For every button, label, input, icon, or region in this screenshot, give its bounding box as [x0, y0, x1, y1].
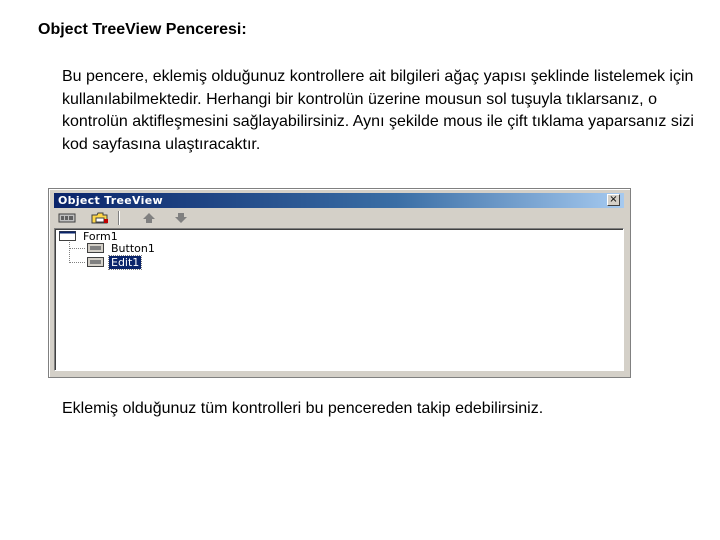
tree-node-label-selected: Edit1: [107, 255, 143, 270]
control-icon: [87, 243, 104, 253]
move-up-button[interactable]: [138, 210, 160, 226]
tree-connector: [69, 248, 85, 249]
properties-button[interactable]: [56, 210, 78, 226]
arrow-up-icon: [143, 213, 155, 223]
object-treeview-window: Object TreeView × Form1 Button1 Edit1: [48, 188, 631, 378]
window-title: Object TreeView: [58, 194, 163, 207]
toolbar: [54, 210, 624, 226]
tree-node-label: Button1: [111, 242, 155, 255]
footer-note: Eklemiş olduğunuz tüm kontrolleri bu pen…: [62, 400, 544, 417]
toolbar-separator: [118, 211, 120, 225]
arrow-down-icon: [175, 213, 187, 223]
control-icon: [87, 257, 104, 267]
open-folder-icon: [91, 212, 108, 224]
tree-connector: [69, 262, 85, 263]
form-icon: [59, 231, 76, 241]
properties-icon: [58, 213, 76, 223]
close-button[interactable]: ×: [607, 194, 620, 206]
description-paragraph: Bu pencere, eklemiş olduğunuz kontroller…: [62, 68, 694, 153]
open-button[interactable]: [90, 210, 112, 226]
tree-connector: [69, 242, 70, 263]
tree-view[interactable]: Form1 Button1 Edit1: [54, 228, 624, 371]
page-heading: Object TreeView Penceresi:: [38, 21, 247, 38]
window-titlebar[interactable]: Object TreeView ×: [54, 193, 624, 208]
move-down-button[interactable]: [170, 210, 192, 226]
